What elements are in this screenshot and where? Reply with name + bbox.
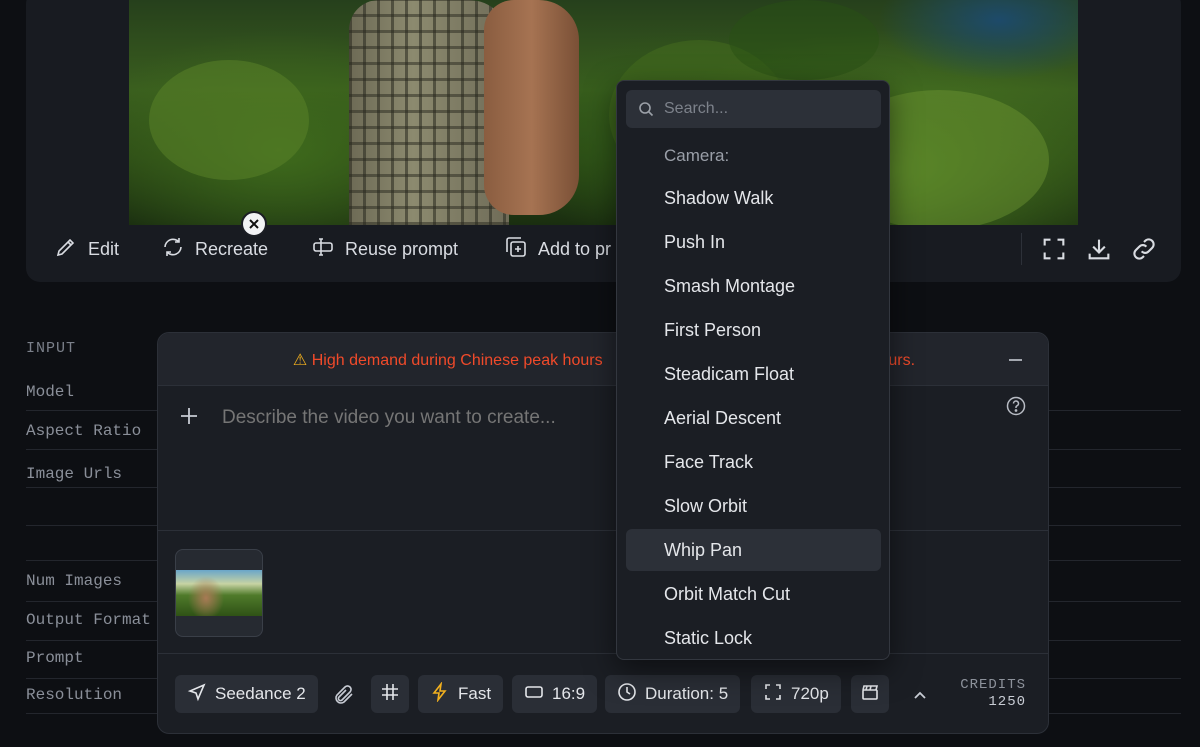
menu-item-steadicam-float[interactable]: Steadicam Float [626, 353, 881, 395]
speed-selector[interactable]: Fast [418, 675, 504, 713]
hash-icon [380, 682, 400, 707]
add-square-icon [504, 235, 528, 264]
search-input[interactable] [664, 90, 874, 128]
camera-motion-button[interactable] [851, 675, 889, 713]
clapperboard-icon [860, 682, 880, 707]
copy-link-button[interactable] [1130, 235, 1158, 263]
reuse-prompt-button[interactable]: Reuse prompt [311, 225, 458, 273]
person-figure [349, 0, 579, 225]
edit-label: Edit [88, 238, 120, 259]
menu-item-whip-pan[interactable]: Whip Pan [626, 529, 881, 571]
chevron-up-icon [910, 691, 930, 709]
param-label: Prompt [26, 649, 84, 667]
camera-section-header: Camera: [664, 146, 730, 165]
close-icon [243, 219, 265, 239]
download-button[interactable] [1085, 235, 1113, 263]
paperclip-icon [332, 685, 356, 711]
toolbar-divider [158, 653, 1048, 654]
param-label: Resolution [26, 686, 123, 704]
duration-label: Duration: 5 [645, 684, 729, 703]
add-attachment-button[interactable] [178, 405, 200, 427]
resolution-label: 720p [791, 684, 829, 703]
image-action-bar: Edit Recreate Reuse prompt Add to pr [26, 225, 1181, 282]
model-selector[interactable]: Seedance 2 [175, 675, 318, 713]
menu-item-static-lock[interactable]: Static Lock [626, 617, 881, 659]
menu-item-slow-orbit[interactable]: Slow Orbit [626, 485, 881, 527]
menu-item-shadow-walk[interactable]: Shadow Walk [626, 177, 881, 219]
edit-button[interactable]: Edit [54, 225, 119, 273]
attach-file-button[interactable] [332, 683, 356, 707]
model-label: Seedance 2 [215, 684, 306, 703]
menu-item-smash-montage[interactable]: Smash Montage [626, 265, 881, 307]
recreate-label: Recreate [195, 238, 269, 259]
lightning-icon [430, 680, 450, 707]
credits-display: CREDITS 1250 [948, 677, 1026, 711]
param-label: Model [26, 383, 75, 401]
prompt-divider [158, 530, 1048, 531]
warning-icon: ⚠ [292, 352, 308, 369]
duration-selector[interactable]: Duration: 5 [605, 675, 741, 713]
app-root: Edit Recreate Reuse prompt Add to pr INP… [0, 0, 1200, 747]
generated-image[interactable] [129, 0, 1078, 225]
plus-icon [178, 408, 200, 431]
download-icon [1085, 239, 1113, 267]
input-section-label: INPUT [26, 340, 77, 357]
resolution-selector[interactable]: 720p [751, 675, 841, 713]
grid-button[interactable] [371, 675, 409, 713]
clock-icon [617, 682, 637, 707]
expand-icon [763, 682, 783, 707]
menu-item-first-person[interactable]: First Person [626, 309, 881, 351]
minimize-banner-button[interactable] [1009, 359, 1022, 361]
refresh-icon [161, 235, 185, 264]
param-label: Output Format [26, 611, 151, 629]
param-label: Image Urls [26, 465, 123, 483]
demand-banner: ⚠ High demand during Chinese peak hours … [158, 333, 1048, 386]
thumbnail-image [176, 570, 262, 616]
remove-image-button[interactable] [241, 211, 267, 237]
banner-message: ⚠ High demand during Chinese peak hours … [158, 350, 1048, 370]
speed-label: Fast [458, 684, 492, 703]
banner-text-left: High demand during Chinese peak hours [311, 352, 603, 369]
add-to-project-button[interactable]: Add to pr [504, 225, 611, 273]
rectangle-icon [524, 682, 544, 707]
dropdown-search [626, 90, 881, 128]
action-divider [1021, 233, 1022, 265]
reference-image-thumbnail[interactable] [175, 549, 263, 637]
menu-item-face-track[interactable]: Face Track [626, 441, 881, 483]
menu-item-push-in[interactable]: Push In [626, 221, 881, 263]
credits-label: CREDITS [960, 677, 1026, 693]
link-icon [1130, 238, 1158, 267]
camera-motion-dropdown: Camera: Shadow Walk Push In Smash Montag… [616, 80, 890, 660]
menu-item-orbit-match-cut[interactable]: Orbit Match Cut [626, 573, 881, 615]
fullscreen-icon [1040, 238, 1068, 267]
help-button[interactable] [1005, 395, 1027, 417]
media-card: Edit Recreate Reuse prompt Add to pr [26, 0, 1181, 282]
credits-value: 1250 [988, 694, 1026, 710]
navigation-arrow-icon [187, 682, 207, 707]
pencil-icon [54, 235, 78, 264]
question-icon [1005, 396, 1027, 421]
fullscreen-button[interactable] [1040, 235, 1068, 263]
video-composer: ⚠ High demand during Chinese peak hours … [157, 332, 1049, 734]
text-cursor-icon [311, 235, 335, 264]
menu-item-aerial-descent[interactable]: Aerial Descent [626, 397, 881, 439]
expand-options-button[interactable] [910, 685, 930, 705]
add-to-label: Add to pr [538, 238, 612, 259]
aspect-ratio-label: 16:9 [552, 684, 586, 703]
param-label: Num Images [26, 572, 123, 590]
reuse-prompt-label: Reuse prompt [345, 238, 459, 259]
param-label: Aspect Ratio [26, 422, 142, 440]
aspect-ratio-selector[interactable]: 16:9 [512, 675, 598, 713]
